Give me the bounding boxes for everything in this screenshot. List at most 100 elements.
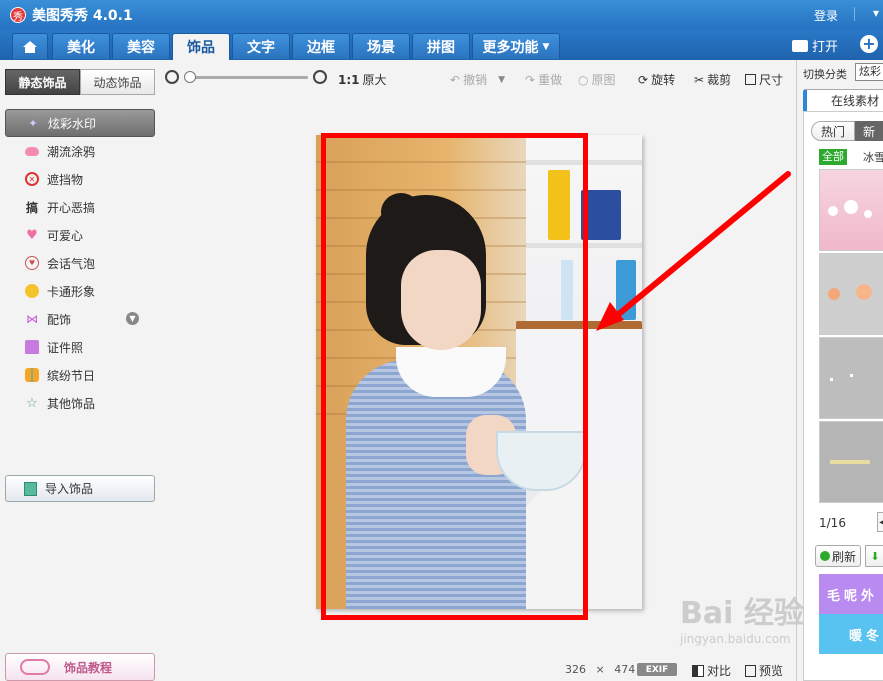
sidebar-subtabs: 静态饰品 动态饰品 bbox=[5, 69, 155, 95]
tab-more[interactable]: 更多功能 ▼ bbox=[472, 33, 560, 59]
category-label: 潮流涂鸦 bbox=[47, 144, 96, 159]
category-item[interactable]: 卡通形象 bbox=[5, 277, 155, 305]
canvas-area: 326 × 474 EXIF 对比 预览 bbox=[160, 96, 796, 681]
category-item[interactable]: ☆ 其他饰品 bbox=[5, 389, 155, 417]
category-item[interactable]: ♥ 会话气泡 bbox=[5, 249, 155, 277]
plus-circle-icon[interactable]: + bbox=[860, 35, 878, 53]
material-thumbnail[interactable] bbox=[819, 169, 883, 251]
compare-icon bbox=[692, 664, 704, 677]
zoom-in-icon[interactable] bbox=[313, 70, 327, 84]
redo-icon: ↷ bbox=[525, 72, 536, 87]
zoom-slider-thumb[interactable] bbox=[184, 71, 196, 83]
original-image-label: 原图 bbox=[591, 73, 616, 87]
zoom-out-icon[interactable] bbox=[165, 70, 179, 84]
sparkle-dot bbox=[830, 378, 833, 381]
crop-button[interactable]: ✂ 裁剪 bbox=[694, 71, 731, 88]
image-height: 474 bbox=[614, 663, 636, 676]
refresh-icon bbox=[819, 551, 830, 561]
category-item[interactable]: ⋈ 配饰 ▼ bbox=[5, 305, 155, 333]
material-thumbnail[interactable] bbox=[819, 337, 883, 419]
red-arrow-annotation bbox=[596, 171, 791, 331]
tab-beautify[interactable]: 美化 bbox=[52, 33, 110, 59]
bokeh-dot bbox=[828, 206, 838, 216]
bokeh-dot bbox=[828, 288, 840, 300]
main-tab-bar: 美化 美容 饰品 文字 边框 场景 拼图 更多功能 ▼ 打开 + bbox=[0, 30, 883, 60]
tab-scene[interactable]: 场景 bbox=[352, 33, 410, 59]
tab-animated-decorations[interactable]: 动态饰品 bbox=[80, 69, 155, 95]
original-size-button[interactable]: 1:1 原大 bbox=[338, 71, 387, 88]
resize-button[interactable]: 尺寸 bbox=[745, 71, 783, 88]
category-label: 卡通形象 bbox=[47, 284, 96, 299]
category-label: 炫彩水印 bbox=[48, 116, 97, 131]
preview-button[interactable]: 预览 bbox=[745, 662, 783, 679]
undo-button[interactable]: ↶ 撤销 ▼ bbox=[450, 71, 505, 88]
refresh-label: 刷新 bbox=[831, 549, 856, 564]
category-item[interactable]: ♥ 可爱心 bbox=[5, 221, 155, 249]
window-menu-icon[interactable]: ▾ bbox=[873, 6, 879, 20]
category-select[interactable]: 炫彩 bbox=[855, 63, 883, 81]
open-button[interactable]: 打开 bbox=[792, 36, 838, 55]
import-file-icon bbox=[24, 481, 37, 496]
rotate-label: 旋转 bbox=[651, 73, 676, 87]
filter-all[interactable]: 全部 bbox=[819, 149, 847, 165]
decoration-sidebar: 静态饰品 动态饰品 ✦ 炫彩水印 潮流涂鸦 ✕ 遮挡物 搞 开心恶搞 ♥ 可爱心… bbox=[0, 60, 160, 681]
chevron-left-icon[interactable]: ◀ bbox=[877, 512, 883, 532]
sparkle-icon: ✦ bbox=[28, 116, 38, 130]
tab-decorations[interactable]: 饰品 bbox=[172, 33, 230, 60]
category-label: 配饰 bbox=[47, 312, 72, 327]
tab-hot[interactable]: 热门 bbox=[811, 121, 855, 141]
times-sign: × bbox=[595, 663, 605, 676]
tab-static-decorations[interactable]: 静态饰品 bbox=[5, 69, 80, 95]
bow-icon: ⋈ bbox=[26, 312, 38, 326]
download-icon[interactable]: ⬇ bbox=[865, 545, 883, 567]
tab-frame[interactable]: 边框 bbox=[292, 33, 350, 59]
expand-down-icon[interactable]: ▼ bbox=[126, 312, 139, 325]
material-thumbnail[interactable] bbox=[819, 253, 883, 335]
gift-icon bbox=[25, 368, 39, 382]
tab-home[interactable] bbox=[12, 33, 48, 59]
folder-icon bbox=[792, 39, 808, 52]
tab-new[interactable]: 新 bbox=[855, 121, 883, 141]
category-item[interactable]: 潮流涂鸦 bbox=[5, 137, 155, 165]
rotate-button[interactable]: ⟳ 旋转 bbox=[638, 71, 675, 88]
tab-face[interactable]: 美容 bbox=[112, 33, 170, 59]
undo-icon: ↶ bbox=[450, 72, 461, 87]
page-indicator: 1/16 bbox=[819, 516, 846, 530]
zoom-slider-track[interactable] bbox=[186, 76, 308, 79]
tab-collage[interactable]: 拼图 bbox=[412, 33, 470, 59]
category-item[interactable]: 证件照 bbox=[5, 333, 155, 361]
dropdown-arrow-icon: ▼ bbox=[542, 41, 550, 52]
shirt-icon bbox=[25, 340, 39, 354]
login-link[interactable]: 登录 bbox=[814, 7, 838, 24]
tab-text[interactable]: 文字 bbox=[232, 33, 290, 59]
category-label: 遮挡物 bbox=[47, 172, 84, 187]
ad-banner[interactable]: 毛呢外 bbox=[819, 574, 883, 614]
category-item[interactable]: ✦ 炫彩水印 bbox=[5, 109, 155, 137]
resize-label: 尺寸 bbox=[759, 73, 784, 87]
category-item[interactable]: 缤纷节日 bbox=[5, 361, 155, 389]
refresh-button[interactable]: 刷新 bbox=[815, 545, 861, 567]
category-item[interactable]: 搞 开心恶搞 bbox=[5, 193, 155, 221]
tab-online-materials[interactable]: 在线素材 bbox=[803, 89, 883, 111]
undo-dropdown-icon[interactable]: ▼ bbox=[498, 75, 505, 85]
filter-ice[interactable]: 冰雪 bbox=[863, 149, 883, 165]
category-label: 会话气泡 bbox=[47, 256, 96, 271]
resize-icon bbox=[745, 74, 756, 85]
bokeh-dot bbox=[864, 210, 872, 218]
material-thumbnail[interactable] bbox=[819, 421, 883, 503]
redo-button[interactable]: ↷ 重做 bbox=[525, 71, 562, 88]
import-label: 导入饰品 bbox=[45, 482, 94, 496]
compare-button[interactable]: 对比 bbox=[692, 662, 731, 679]
bokeh-dot bbox=[844, 200, 858, 214]
highlight-rectangle bbox=[321, 133, 588, 620]
category-item[interactable]: ✕ 遮挡物 bbox=[5, 165, 155, 193]
original-size-label: 原大 bbox=[362, 73, 387, 87]
title-bar: 秀 美图秀秀 4.0.1 登录 ▾ bbox=[0, 0, 883, 30]
decoration-tutorial-button[interactable]: 饰品教程 bbox=[5, 653, 155, 681]
app-logo-icon: 秀 bbox=[10, 7, 26, 23]
exif-button[interactable]: EXIF bbox=[637, 663, 677, 676]
original-image-button[interactable]: ○ 原图 bbox=[578, 71, 616, 88]
category-label: 开心恶搞 bbox=[47, 200, 96, 215]
ad-banner[interactable]: 暖冬 bbox=[819, 614, 883, 654]
import-decoration-button[interactable]: 导入饰品 bbox=[5, 475, 155, 502]
